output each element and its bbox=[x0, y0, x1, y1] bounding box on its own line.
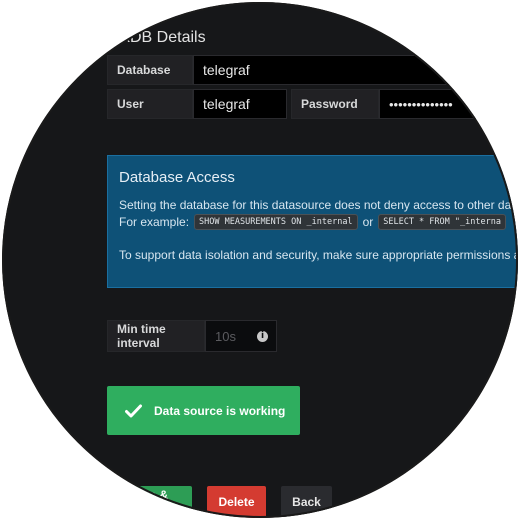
user-label: User bbox=[107, 89, 193, 119]
user-input[interactable]: telegraf bbox=[193, 89, 287, 119]
database-access-alert: Database Access Setting the database for… bbox=[107, 155, 518, 288]
database-label: Database bbox=[107, 55, 193, 85]
check-icon bbox=[125, 404, 142, 418]
min-interval-label: Min time interval bbox=[107, 320, 205, 352]
save-test-button[interactable]: Save & Test bbox=[128, 486, 192, 518]
code-snippet-select: SELECT * FROM "_interna bbox=[378, 214, 506, 230]
credentials-row: User telegraf Password •••••••••••••• bbox=[107, 89, 518, 119]
alert-security-note: To support data isolation and security, … bbox=[119, 248, 518, 262]
alert-example: For example: SHOW MEASUREMENTS ON _inter… bbox=[119, 214, 511, 230]
alert-description: Setting the database for this datasource… bbox=[119, 198, 518, 212]
password-input[interactable]: •••••••••••••• bbox=[379, 89, 518, 119]
page-content: xDB Details Database telegraf User teleg… bbox=[2, 2, 518, 518]
database-row: Database telegraf bbox=[107, 55, 518, 85]
code-snippet-show: SHOW MEASUREMENTS ON _internal bbox=[194, 214, 358, 230]
alert-title: Database Access bbox=[119, 169, 235, 186]
min-interval-placeholder: 10s bbox=[215, 328, 236, 344]
section-title: xDB Details bbox=[122, 29, 206, 46]
example-label: For example: bbox=[119, 215, 190, 229]
info-icon[interactable]: i bbox=[257, 330, 268, 342]
delete-button[interactable]: Delete bbox=[207, 486, 266, 518]
database-input[interactable]: telegraf bbox=[193, 55, 518, 85]
back-button[interactable]: Back bbox=[281, 486, 332, 518]
min-interval-row: Min time interval 10s i bbox=[107, 320, 277, 352]
status-text: Data source is working bbox=[154, 403, 286, 418]
min-interval-input[interactable]: 10s i bbox=[205, 320, 277, 352]
or-text: or bbox=[362, 215, 374, 229]
status-success-banner: Data source is working bbox=[107, 386, 300, 435]
viewport-circle: xDB Details Database telegraf User teleg… bbox=[2, 2, 518, 518]
password-label: Password bbox=[291, 89, 379, 119]
